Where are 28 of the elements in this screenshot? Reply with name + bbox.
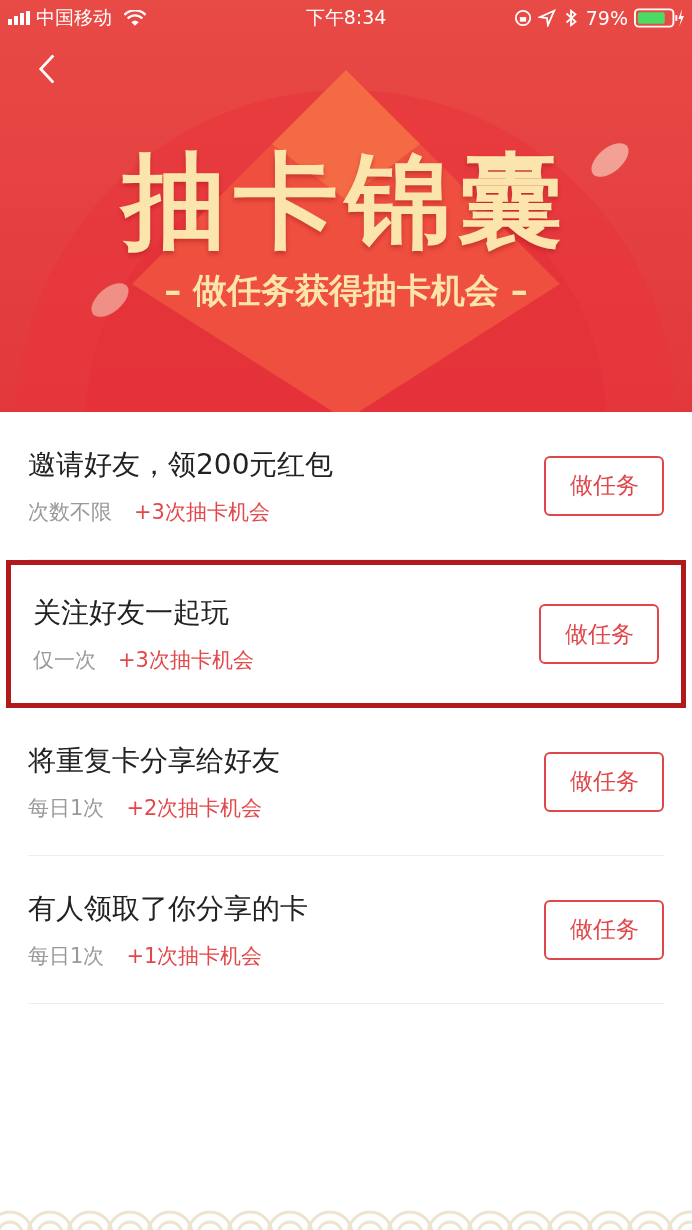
task-reward: +2次抽卡机会 <box>126 794 263 822</box>
signal-icon <box>8 11 30 25</box>
coin-icon <box>591 143 629 177</box>
wifi-icon <box>124 9 146 27</box>
do-task-button[interactable]: 做任务 <box>539 604 659 664</box>
battery-percent: 79% <box>585 7 628 29</box>
task-reward: +3次抽卡机会 <box>118 647 254 674</box>
task-title: 邀请好友，领200元红包 <box>28 446 334 483</box>
task-title: 关注好友一起玩 <box>33 595 230 631</box>
back-icon[interactable] <box>38 53 56 85</box>
task-limit: 仅一次 <box>33 647 96 674</box>
do-task-button[interactable]: 做任务 <box>544 751 664 812</box>
rotation-lock-icon <box>513 9 532 27</box>
do-task-button[interactable]: 做任务 <box>544 455 664 516</box>
task-limit: 次数不限 <box>28 498 112 526</box>
task-limit: 每日1次 <box>28 942 105 970</box>
task-limit: 每日1次 <box>28 794 105 822</box>
task-title: 有人领取了你分享的卡 <box>28 890 308 927</box>
do-task-button[interactable]: 做任务 <box>544 899 664 960</box>
coin-icon <box>91 283 129 317</box>
location-icon <box>537 9 556 27</box>
banner-subtitle: – 做任务获得抽卡机会 – <box>164 269 528 313</box>
status-time: 下午8:34 <box>304 5 388 30</box>
task-reward: +1次抽卡机会 <box>126 942 263 970</box>
task-title: 将重复卡分享给好友 <box>28 742 280 779</box>
task-reward: +3次抽卡机会 <box>134 498 270 526</box>
carrier-name: 中国移动 <box>36 5 112 30</box>
battery-charging-icon <box>634 8 684 28</box>
